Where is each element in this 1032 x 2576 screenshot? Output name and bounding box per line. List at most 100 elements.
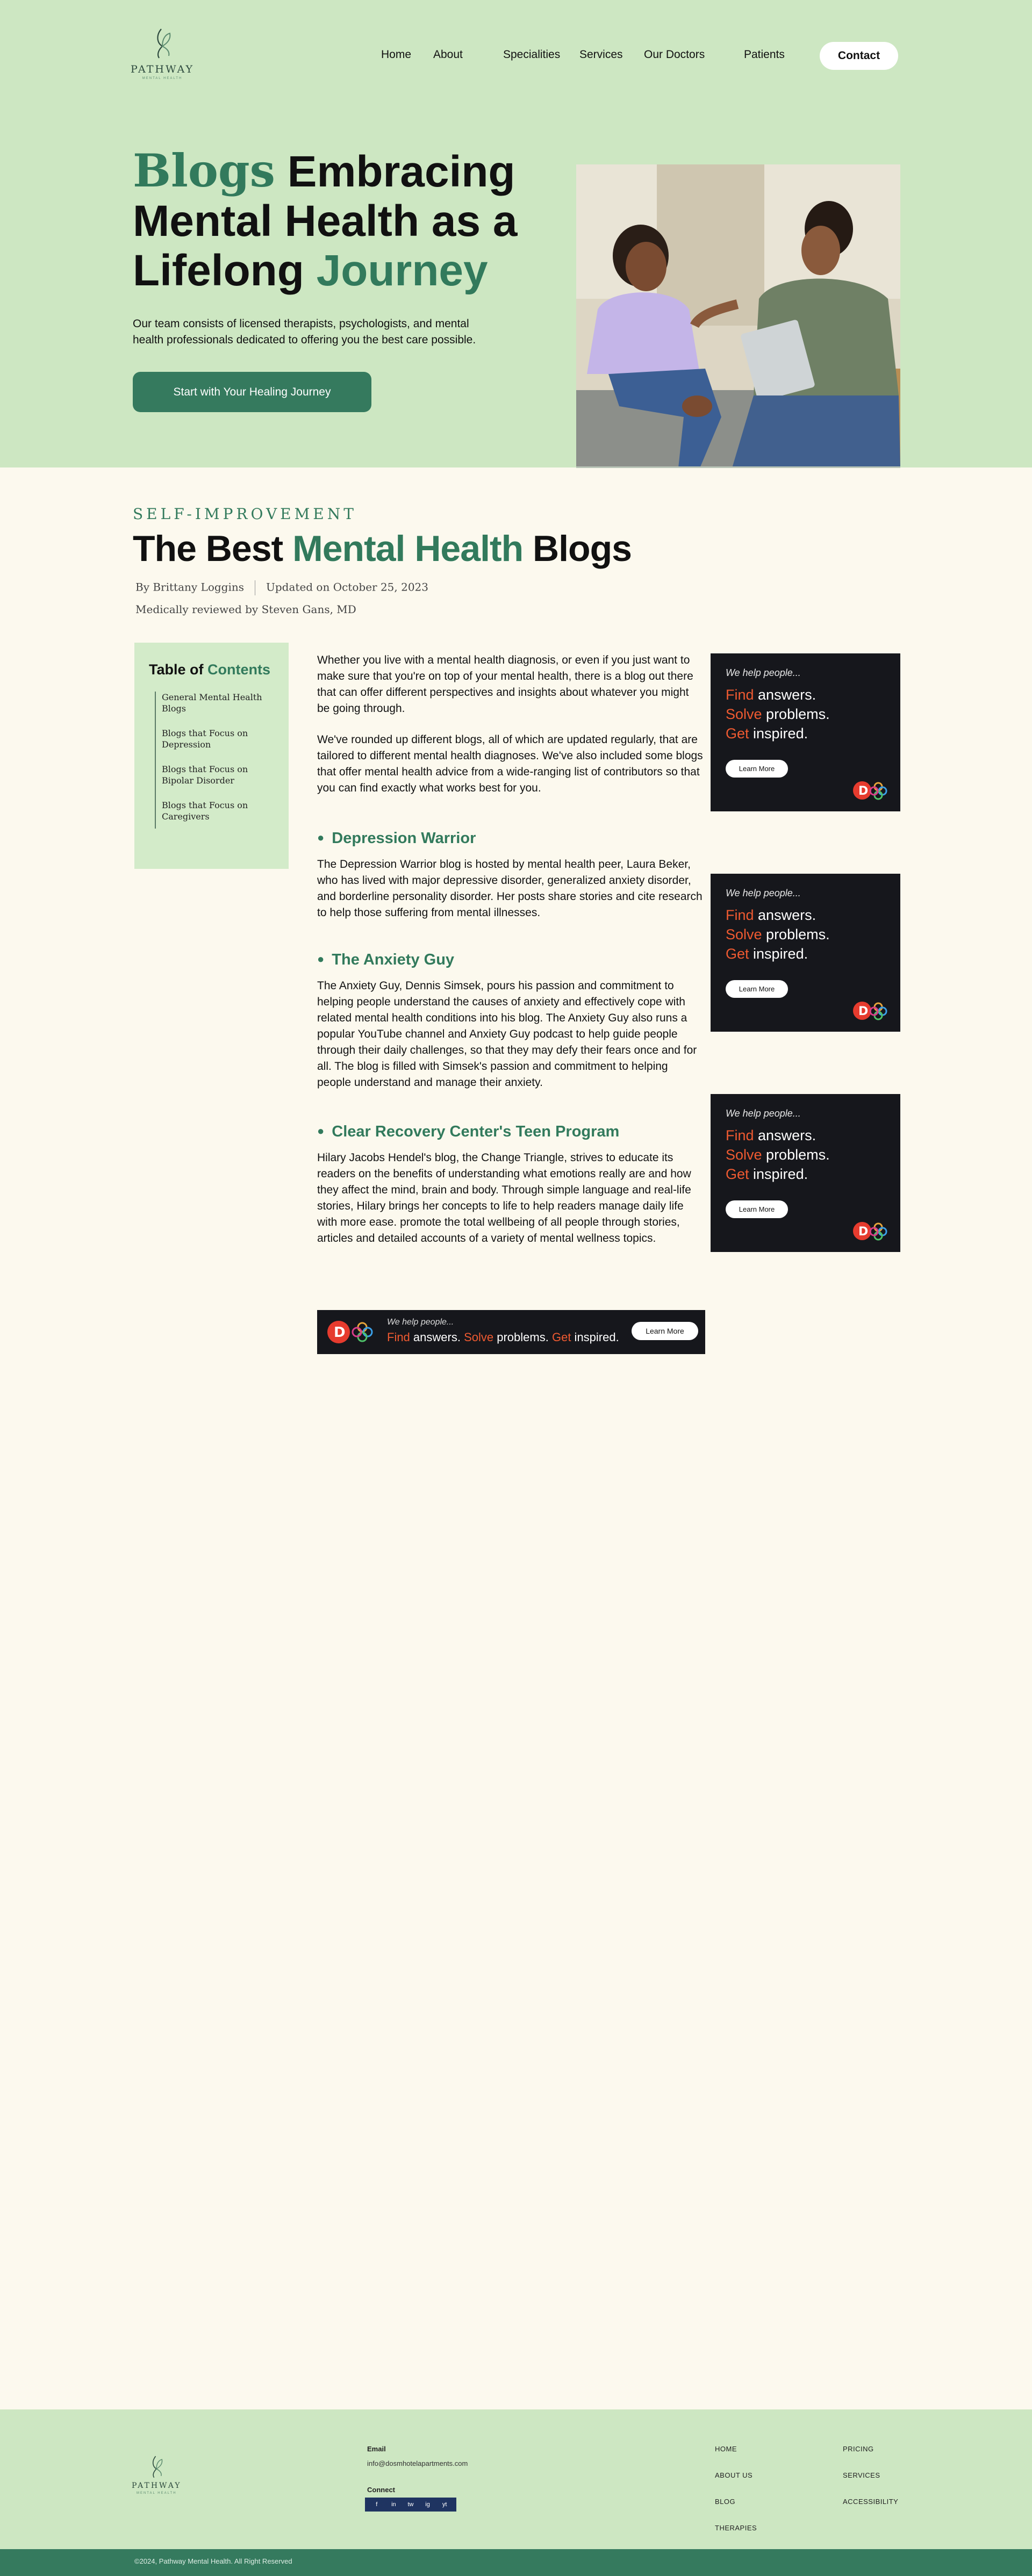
ad-line-solve: Solve problems. [726, 926, 830, 943]
instagram-icon[interactable]: ig [422, 2501, 434, 2508]
nav-services[interactable]: Services [579, 48, 623, 61]
updated-date: Updated on October 25, 2023 [266, 580, 429, 594]
ad-line-get: Get inspired. [726, 1166, 808, 1183]
ad-brand-logo-icon: D [327, 1321, 373, 1343]
ad-inspired: inspired. [749, 1166, 808, 1182]
ad-line-solve: Solve problems. [726, 1147, 830, 1163]
toc-item-depression[interactable]: Blogs that Focus on Depression [162, 728, 276, 750]
ad-solve: Solve [726, 1147, 762, 1163]
start-journey-button[interactable]: Start with Your Healing Journey [133, 372, 371, 412]
footer-logo[interactable]: PATHWAY MENTAL HEALTH [132, 2455, 182, 2495]
toc-title-accent: Contents [207, 661, 271, 678]
svg-text:D: D [858, 1225, 868, 1239]
ad-find: Find [387, 1330, 410, 1344]
brand-tagline: MENTAL HEALTH [136, 2492, 177, 2495]
ad-get: Get [726, 725, 749, 742]
nav-our-doctors[interactable]: Our Doctors [644, 48, 705, 61]
copyright-bar: ©2024, Pathway Mental Health. All Right … [0, 2549, 1032, 2576]
article-byline: By Brittany Loggins Updated on October 25… [135, 580, 428, 595]
toc-title: Table of Contents [149, 661, 270, 678]
footer-email-label: Email [367, 2445, 386, 2453]
inline-banner-ad[interactable]: D We help people... Find answers. Solve … [317, 1310, 705, 1354]
footer-link-pricing[interactable]: PRICING [843, 2445, 874, 2453]
ad-tagline: We help people... [726, 888, 801, 898]
ad-line-solve: Solve problems. [726, 706, 830, 723]
ad-problems: problems. [762, 1147, 830, 1163]
section-body-clear-recovery: Hilary Jacobs Hendel's blog, the Change … [317, 1152, 691, 1244]
sidebar-ad-2[interactable]: We help people... Find answers. Solve pr… [711, 874, 900, 1032]
ad-tagline: We help people... [726, 667, 801, 678]
hero-title-embracing: Embracing [275, 147, 515, 196]
hero-title-blogs: Blogs [133, 144, 275, 197]
banner-tagline: We help people... [387, 1318, 454, 1327]
therapy-session-illustration [576, 164, 900, 466]
ad-find: Find [726, 1127, 754, 1143]
copyright-text: ©2024, Pathway Mental Health. All Right … [134, 2557, 292, 2565]
ad-problems: problems. [493, 1330, 549, 1344]
linkedin-icon[interactable]: in [388, 2501, 399, 2508]
site-footer: PATHWAY MENTAL HEALTH Email info@dosmhot… [0, 2409, 1032, 2549]
hero-description: Our team consists of licensed therapists… [133, 318, 476, 346]
ad-learn-more-button[interactable]: Learn More [726, 760, 788, 778]
ad-problems: problems. [762, 706, 830, 722]
footer-link-therapies[interactable]: THERAPIES [715, 2524, 757, 2532]
nav-about[interactable]: About [433, 48, 463, 61]
footer-link-about[interactable]: ABOUT US [715, 2471, 752, 2479]
ad-find: Find [726, 907, 754, 923]
author[interactable]: By Brittany Loggins [135, 581, 244, 594]
section-body-anxiety-guy: The Anxiety Guy, Dennis Simsek, pours hi… [317, 980, 697, 1089]
article-title: The Best Mental Health Blogs [133, 528, 632, 570]
facebook-icon[interactable]: f [371, 2501, 383, 2508]
ad-tagline: We help people... [726, 1108, 801, 1119]
social-links: f in tw ig yt [365, 2498, 456, 2512]
ad-problems: problems. [762, 926, 830, 942]
sidebar-ad-3[interactable]: We help people... Find answers. Solve pr… [711, 1094, 900, 1252]
banner-headline: Find answers. Solve problems. Get inspir… [387, 1330, 619, 1344]
nav-specialities[interactable]: Specialities [503, 48, 560, 61]
contact-button[interactable]: Contact [820, 42, 898, 70]
section-heading-text: Clear Recovery Center's Teen Program [332, 1123, 620, 1140]
ad-learn-more-button[interactable]: Learn More [726, 980, 788, 998]
footer-connect-label: Connect [367, 2486, 395, 2494]
twitter-icon[interactable]: tw [405, 2501, 417, 2508]
footer-link-blog[interactable]: BLOG [715, 2498, 735, 2506]
toc-item-caregivers[interactable]: Blogs that Focus on Caregivers [162, 800, 276, 822]
leaf-logo-icon [153, 2456, 163, 2478]
ad-learn-more-button[interactable]: Learn More [726, 1200, 788, 1218]
ad-answers: answers. [754, 687, 816, 703]
ad-get: Get [726, 1166, 749, 1182]
nav-home[interactable]: Home [381, 48, 411, 61]
ad-line-find: Find answers. [726, 687, 816, 703]
ad-answers: answers. [410, 1330, 461, 1344]
footer-link-home[interactable]: HOME [715, 2445, 737, 2453]
toc-item-general[interactable]: General Mental Health Blogs [162, 692, 276, 714]
hero-title-journey: Journey [316, 246, 488, 295]
ad-answers: answers. [754, 907, 816, 923]
ad-line-get: Get inspired. [726, 725, 808, 742]
section-body-depression-warrior: The Depression Warrior blog is hosted by… [317, 858, 703, 919]
toc-list: General Mental Health Blogs Blogs that F… [155, 692, 276, 829]
ad-brand-logo-icon: D [853, 1002, 887, 1020]
hero-title-lifelong: Lifelong [133, 246, 317, 295]
bullet-icon: ● [317, 952, 325, 966]
ad-line-find: Find answers. [726, 1127, 816, 1144]
youtube-icon[interactable]: yt [439, 2501, 450, 2508]
section-heading-clear-recovery: ● Clear Recovery Center's Teen Program [317, 1123, 619, 1141]
ad-get: Get [726, 946, 749, 962]
brand-logo[interactable]: PATHWAY MENTAL HEALTH [131, 27, 194, 80]
footer-link-accessibility[interactable]: ACCESSIBILITY [843, 2498, 898, 2506]
article-title-accent: Mental Health [292, 528, 524, 569]
banner-learn-more-button[interactable]: Learn More [632, 1322, 698, 1340]
sidebar-ad-1[interactable]: We help people... Find answers. Solve pr… [711, 653, 900, 811]
toc-item-bipolar[interactable]: Blogs that Focus on Bipolar Disorder [162, 764, 276, 786]
ad-solve: Solve [726, 926, 762, 942]
footer-email-link[interactable]: info@dosmhotelapartments.com [367, 2459, 468, 2467]
footer-link-services[interactable]: SERVICES [843, 2471, 880, 2479]
leaf-logo-icon [157, 28, 171, 59]
hero-title-line2: Mental Health as a [133, 197, 518, 246]
nav-patients[interactable]: Patients [744, 48, 785, 61]
brand-tagline: MENTAL HEALTH [142, 77, 183, 80]
hero-title: Blogs Embracing Mental Health as a Lifel… [133, 146, 520, 296]
svg-text:D: D [858, 1005, 868, 1018]
svg-text:D: D [334, 1325, 346, 1341]
